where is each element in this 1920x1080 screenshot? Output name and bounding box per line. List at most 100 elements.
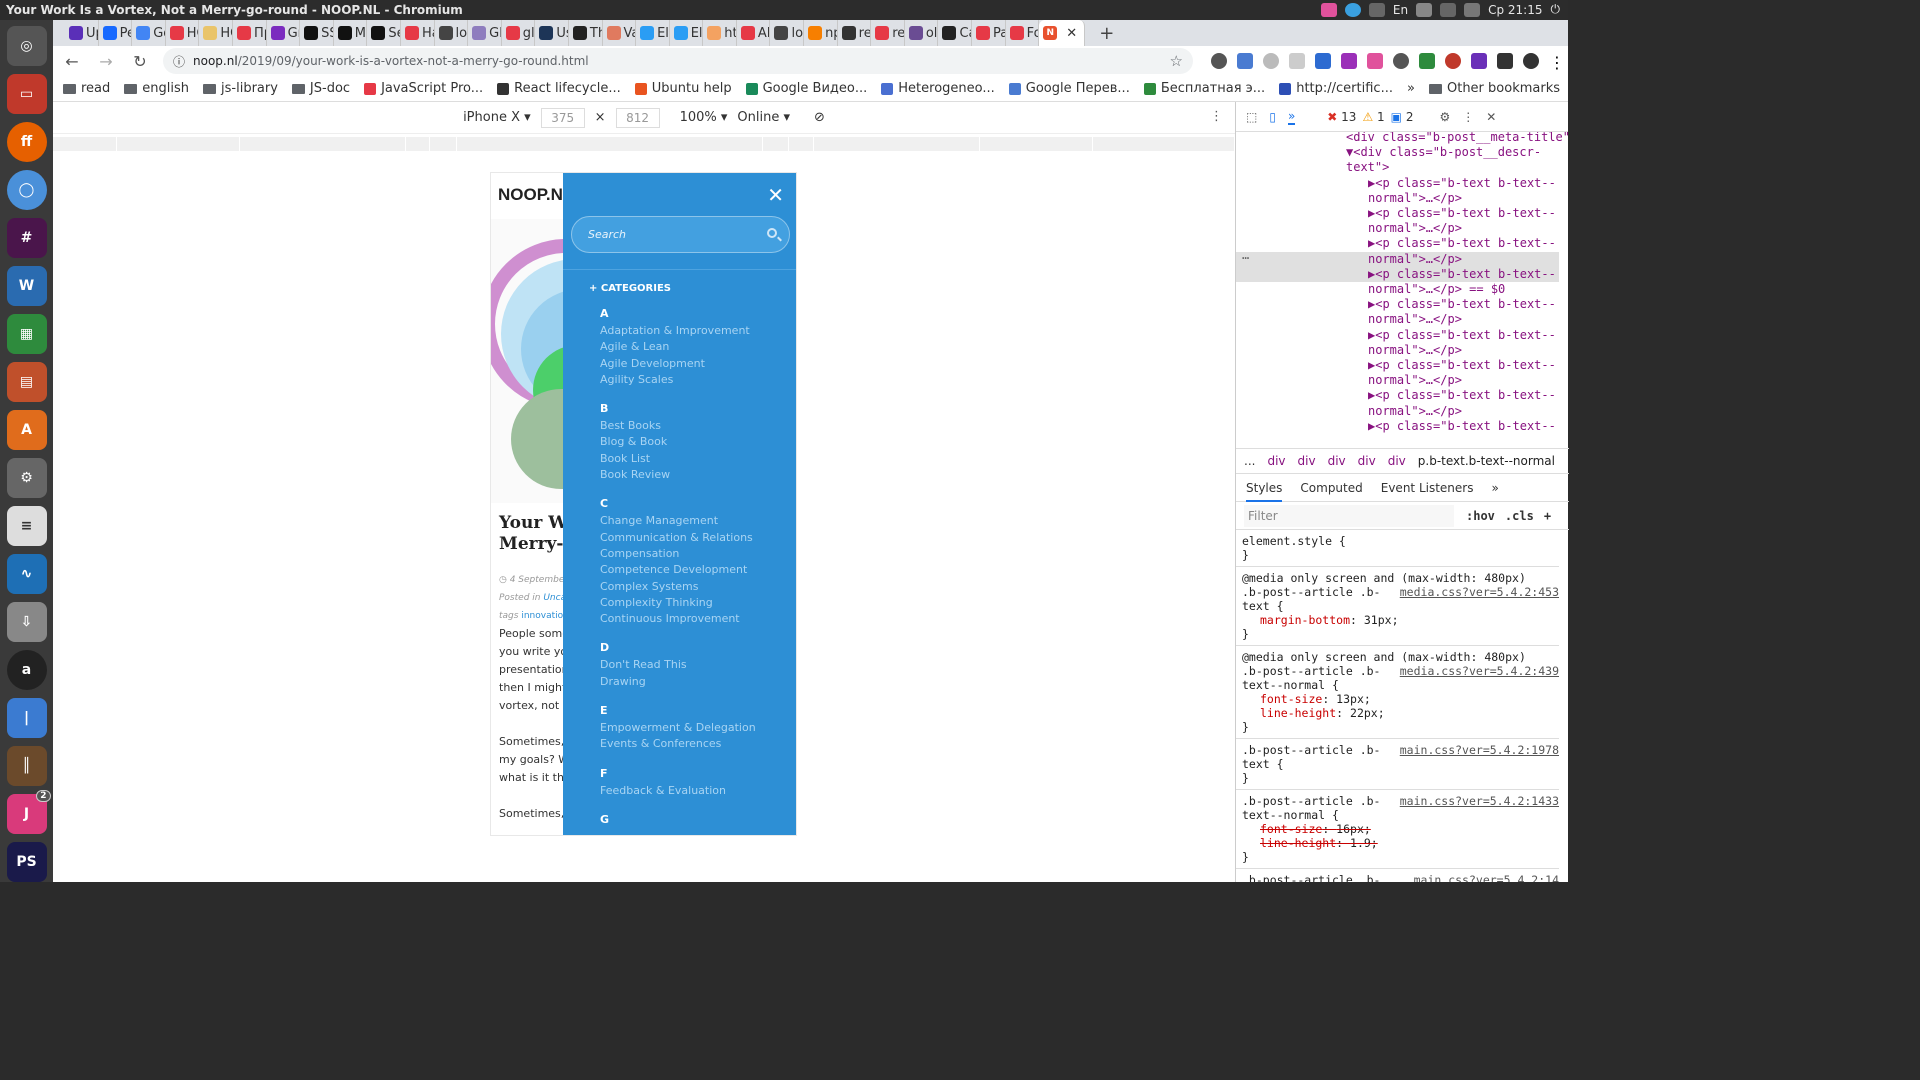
clock[interactable]: Ср 21:15 bbox=[1488, 3, 1542, 17]
bookmark-item[interactable]: Бесплатная э... bbox=[1143, 81, 1265, 96]
battery-icon[interactable] bbox=[1416, 2, 1433, 17]
browser-tab[interactable]: Pa bbox=[972, 20, 1006, 46]
category-link[interactable]: Don't Read This bbox=[600, 657, 756, 673]
dom-node-line[interactable]: normal">…</p> bbox=[1236, 373, 1559, 388]
breadcrumb-item[interactable]: div bbox=[1388, 454, 1406, 468]
bookmark-item[interactable]: Heterogeneo... bbox=[881, 81, 995, 96]
dom-node-line[interactable]: ▶<p class="b-text b-text-- bbox=[1236, 328, 1559, 343]
category-link[interactable]: Competence Development bbox=[600, 562, 756, 578]
css-source-link[interactable]: media.css?ver=5.4.2:453 bbox=[1400, 585, 1559, 599]
styles-filter-input[interactable]: Filter bbox=[1244, 504, 1454, 527]
devtools-settings-icon[interactable]: ⚙ bbox=[1439, 110, 1450, 124]
bookmark-item[interactable]: JavaScript Pro... bbox=[364, 81, 483, 96]
browser-tab[interactable]: Ele bbox=[670, 20, 704, 46]
device-select[interactable]: iPhone X ▾ bbox=[463, 110, 531, 125]
dom-node-line[interactable]: ▶<p class="b-text b-text-- bbox=[1236, 358, 1559, 373]
breadcrumb-item[interactable]: ... bbox=[1244, 454, 1255, 468]
rotate-icon[interactable]: ⊘ bbox=[814, 110, 825, 125]
browser-tab[interactable]: ret bbox=[838, 20, 872, 46]
extension-icon[interactable] bbox=[1263, 53, 1279, 69]
elements-tree[interactable]: <div class="b-post__meta-title">…</div>▼… bbox=[1236, 132, 1569, 447]
search-input[interactable]: Search bbox=[571, 216, 790, 253]
menu-kebab-icon[interactable]: ⋮ bbox=[1549, 53, 1565, 72]
extension-icon[interactable] bbox=[1419, 53, 1435, 69]
css-property[interactable]: line-height: 22px; bbox=[1242, 706, 1553, 720]
bookmark-item[interactable]: JS-doc bbox=[291, 81, 350, 96]
category-link[interactable]: Complex Systems bbox=[600, 579, 756, 595]
browser-tab[interactable]: Gri bbox=[267, 20, 301, 46]
category-link[interactable]: Adaptation & Improvement bbox=[600, 323, 756, 339]
bookmark-item[interactable]: js-library bbox=[203, 81, 278, 96]
bookmark-item[interactable]: React lifecycle... bbox=[497, 81, 621, 96]
styles-tab[interactable]: Event Listeners bbox=[1381, 481, 1474, 495]
browser-tab[interactable]: loc bbox=[435, 20, 469, 46]
css-rule[interactable]: .b-post--article .b- text--normal {main.… bbox=[1236, 790, 1559, 869]
dom-node-line[interactable]: ▶<p class="b-text b-text-- bbox=[1236, 236, 1559, 251]
dom-node-line[interactable]: normal">…</p> bbox=[1236, 251, 1559, 267]
keyboard-layout[interactable]: En bbox=[1393, 3, 1408, 17]
forward-icon[interactable]: → bbox=[95, 52, 117, 71]
more-panels-icon[interactable]: » bbox=[1287, 109, 1296, 125]
browser-tab[interactable]: htt bbox=[703, 20, 737, 46]
dom-node-line[interactable]: ▶<p class="b-text b-text-- bbox=[1236, 297, 1559, 312]
browser-tab[interactable]: Gli bbox=[468, 20, 502, 46]
power-icon[interactable]: ⏻ bbox=[1551, 2, 1561, 17]
bookmarks-overflow-icon[interactable]: » bbox=[1407, 81, 1415, 96]
bookmark-item[interactable]: Google Перев... bbox=[1008, 81, 1130, 96]
css-source-link[interactable]: main.css?ver=5.4.2:1433 bbox=[1400, 794, 1559, 808]
volume-icon[interactable] bbox=[1464, 2, 1481, 17]
monitor-icon[interactable]: ∿ bbox=[6, 554, 47, 594]
breadcrumb-item[interactable]: div bbox=[1358, 454, 1376, 468]
bookmark-item[interactable]: Ubuntu help bbox=[634, 81, 732, 96]
category-link[interactable]: Communication & Relations bbox=[600, 530, 756, 546]
category-link[interactable]: Agile Development bbox=[600, 356, 756, 372]
inspect-icon[interactable]: ⬚ bbox=[1246, 110, 1257, 124]
active-tab[interactable]: N ✕ bbox=[1039, 20, 1086, 46]
browser-tab[interactable]: ole bbox=[905, 20, 939, 46]
category-link[interactable]: Drawing bbox=[600, 674, 756, 690]
dom-node-line[interactable]: ▶<p class="b-text b-text-- bbox=[1236, 206, 1559, 221]
new-tab-icon[interactable]: + bbox=[1099, 23, 1114, 44]
firefox-icon[interactable]: ff bbox=[6, 122, 47, 162]
calc-icon[interactable]: ▦ bbox=[6, 314, 47, 354]
phpstorm-icon[interactable]: PS bbox=[6, 842, 47, 882]
cls-toggle[interactable]: .cls bbox=[1505, 509, 1534, 523]
extension-icon[interactable] bbox=[1393, 53, 1409, 69]
dom-node-line[interactable]: normal">…</p> bbox=[1236, 404, 1559, 419]
dom-node-line[interactable]: normal">…</p> bbox=[1236, 312, 1559, 327]
dom-node-line[interactable]: normal">…</p> bbox=[1236, 191, 1559, 206]
browser-tab[interactable]: Pe bbox=[99, 20, 133, 46]
category-link[interactable]: Book Review bbox=[600, 467, 756, 483]
installer-icon[interactable]: ⇩ bbox=[6, 602, 47, 642]
device-height-input[interactable]: 812 bbox=[615, 107, 660, 128]
category-link[interactable]: Agility Scales bbox=[600, 372, 756, 388]
browser-tab[interactable]: Ca bbox=[938, 20, 973, 46]
css-source-link[interactable]: main.css?ver=5.4.2:1978 bbox=[1400, 743, 1559, 757]
dom-node-line[interactable]: normal">…</p> == $0 bbox=[1236, 282, 1559, 297]
dom-node-line[interactable]: <div class="b-post__meta-title">…</div> bbox=[1236, 132, 1569, 145]
breadcrumb-current[interactable]: p.b-text.b-text--normal bbox=[1418, 454, 1555, 468]
browser-tab[interactable]: Go bbox=[132, 20, 166, 46]
new-rule-icon[interactable]: + bbox=[1544, 509, 1551, 523]
extension-icon[interactable] bbox=[1237, 53, 1253, 69]
tab-close-icon[interactable]: ✕ bbox=[1066, 26, 1077, 41]
files-icon[interactable]: ▭ bbox=[6, 74, 47, 114]
zoom-select[interactable]: 100% ▾ bbox=[680, 110, 728, 125]
media-query-ruler[interactable] bbox=[53, 137, 1236, 151]
devtools-close-icon[interactable]: ✕ bbox=[1486, 110, 1496, 124]
category-link[interactable]: Change Management bbox=[600, 513, 756, 529]
browser-tab[interactable]: HC bbox=[166, 20, 200, 46]
css-rule[interactable]: .b-post--article .b- text {main.css?ver=… bbox=[1236, 869, 1559, 882]
writer-icon[interactable]: W bbox=[6, 266, 47, 306]
browser-tab[interactable]: loc bbox=[770, 20, 805, 46]
impress-icon[interactable]: ▤ bbox=[6, 362, 47, 402]
search-icon[interactable] bbox=[767, 228, 777, 238]
category-link[interactable]: Compensation bbox=[600, 546, 756, 562]
browser-tab[interactable]: Me bbox=[334, 20, 368, 46]
software-center-icon[interactable]: A bbox=[6, 410, 47, 450]
slack-icon[interactable]: # bbox=[6, 218, 47, 258]
extension-icon[interactable] bbox=[1367, 53, 1383, 69]
site-logo[interactable]: NOOP.NL bbox=[498, 185, 573, 205]
styles-tab[interactable]: Computed bbox=[1300, 481, 1362, 495]
browser-tab[interactable]: np bbox=[804, 20, 838, 46]
